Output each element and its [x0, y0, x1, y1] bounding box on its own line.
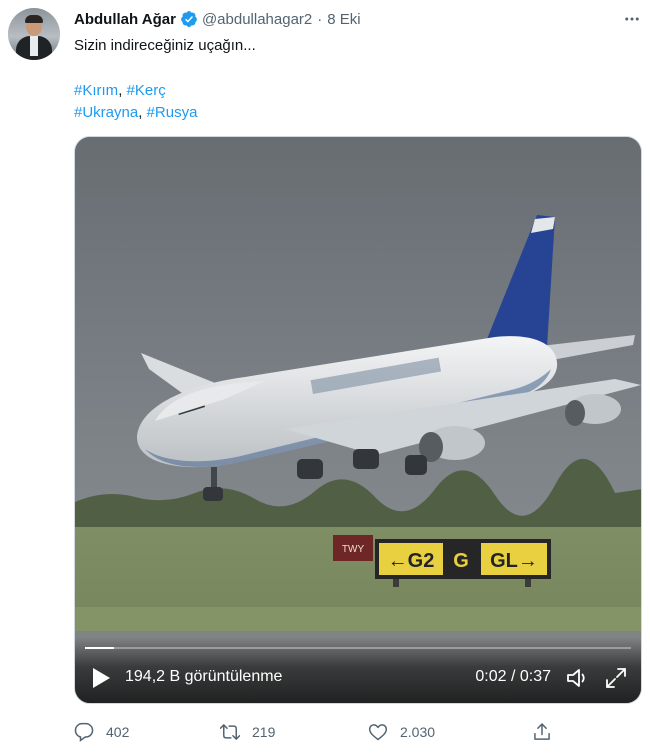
hashtag-link[interactable]: #Rusya — [147, 104, 198, 121]
video-timecode: 0:02 / 0:37 — [475, 668, 551, 685]
progress-bar[interactable] — [85, 647, 631, 649]
tweet-header: Abdullah Ağar @abdullahagar2 · 8 Eki — [74, 9, 361, 29]
view-count: 194,2 B görüntülenme — [125, 668, 283, 685]
hashtag-link[interactable]: #Ukrayna — [74, 104, 138, 121]
hashtag-link[interactable]: #Kırım — [74, 82, 118, 99]
author-handle[interactable]: @abdullahagar2 — [202, 11, 312, 28]
like-button[interactable]: 2.030 — [368, 718, 435, 746]
hashtag-link[interactable]: #Kerç — [127, 82, 166, 99]
retweet-icon — [220, 724, 240, 740]
reply-icon — [74, 722, 94, 742]
video-player[interactable]: TWY ←G2 G GL→ 194,2 B görüntülenme 0:02 … — [74, 136, 642, 704]
hashtag-separator: , — [138, 104, 147, 121]
more-horizontal-icon[interactable] — [620, 9, 644, 29]
retweet-count: 219 — [252, 724, 276, 740]
retweet-button[interactable]: 219 — [220, 718, 275, 746]
like-count: 2.030 — [400, 724, 436, 740]
share-icon — [534, 723, 550, 740]
hashtags: #Kırım, #Kerç #Ukrayna, #Rusya — [74, 80, 197, 124]
tweet-timestamp[interactable]: 8 Eki — [327, 11, 360, 28]
tweet-card[interactable]: Abdullah Ağar @abdullahagar2 · 8 Eki Siz… — [0, 0, 650, 754]
reply-button[interactable]: 402 — [74, 718, 129, 746]
tweet-actions: 402 219 2.030 — [74, 718, 554, 746]
hashtag-separator: , — [118, 82, 127, 99]
share-button[interactable] — [532, 718, 564, 746]
avatar[interactable] — [8, 8, 60, 60]
heart-icon — [368, 724, 388, 741]
video-controls: 194,2 B görüntülenme 0:02 / 0:37 — [75, 637, 641, 703]
tweet-text: Sizin indireceğiniz uçağın... — [74, 37, 256, 54]
fullscreen-icon[interactable] — [605, 667, 627, 689]
author-name[interactable]: Abdullah Ağar — [74, 11, 176, 28]
header-separator: · — [317, 10, 323, 28]
volume-icon[interactable] — [565, 667, 589, 689]
progress-fill — [85, 647, 115, 649]
verified-badge-icon — [181, 11, 197, 27]
video-frame: TWY ←G2 G GL→ — [75, 137, 641, 703]
play-icon[interactable] — [91, 667, 111, 689]
reply-count: 402 — [106, 724, 130, 740]
